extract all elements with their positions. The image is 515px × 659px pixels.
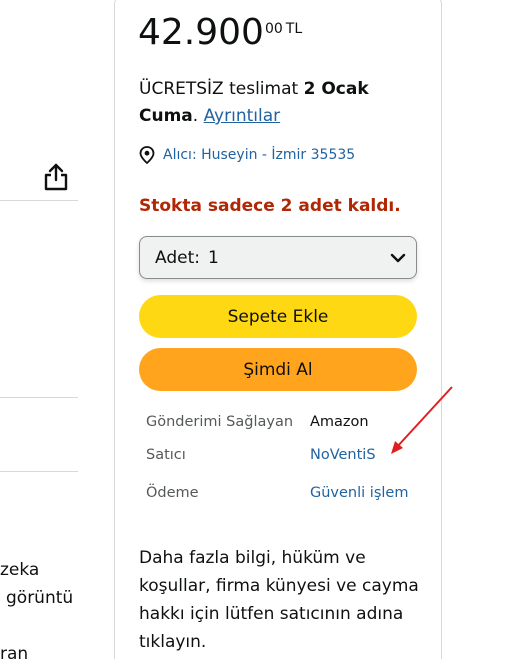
chevron-down-icon <box>390 253 406 263</box>
price: 42.900 00 TL <box>138 10 302 56</box>
left-divider <box>0 200 78 201</box>
payment-row: Ödeme Güvenli işlem <box>146 485 408 501</box>
left-text-fragment: görüntü <box>6 588 74 608</box>
quantity-select[interactable]: Adet: 1 <box>139 236 417 279</box>
stock-warning: Stokta sadece 2 adet kaldı. <box>139 196 401 216</box>
seller-info-note: Daha fazla bilgi, hüküm ve koşullar, fir… <box>139 548 419 652</box>
shipper-row: Gönderimi Sağlayan Amazon <box>146 414 369 430</box>
share-icon[interactable] <box>43 163 69 191</box>
buy-now-button[interactable]: Şimdi Al <box>139 348 417 391</box>
delivery-message: ÜCRETSİZ teslimat 2 Ocak Cuma. Ayrıntıla… <box>139 76 409 130</box>
seller-row: Satıcı NoVentiS <box>146 447 376 463</box>
location-pin-icon <box>139 146 155 164</box>
delivery-details-link[interactable]: Ayrıntılar <box>204 106 281 126</box>
seller-link[interactable]: NoVentiS <box>310 447 376 463</box>
price-whole: 42.900 <box>138 12 264 53</box>
payment-label: Ödeme <box>146 485 199 501</box>
left-text-fragment: ran <box>0 644 29 659</box>
left-divider <box>0 397 78 398</box>
delivery-prefix: ÜCRETSİZ teslimat <box>139 79 304 99</box>
add-to-cart-button[interactable]: Sepete Ekle <box>139 295 417 338</box>
left-column: zeka görüntü ran <box>0 0 80 659</box>
shipper-label: Gönderimi Sağlayan <box>146 414 294 430</box>
payment-link[interactable]: Güvenli işlem <box>310 485 408 501</box>
location-text: Alıcı: Huseyin - İzmir 35535 <box>163 147 356 163</box>
price-currency: TL <box>285 21 303 37</box>
seller-label: Satıcı <box>146 447 186 463</box>
quantity-value: 1 <box>207 247 219 268</box>
price-fraction: 00 <box>264 21 283 37</box>
shipper-value: Amazon <box>310 414 369 430</box>
delivery-suffix: . <box>192 106 204 126</box>
delivery-location-link[interactable]: Alıcı: Huseyin - İzmir 35535 <box>139 146 355 164</box>
left-divider <box>0 471 78 472</box>
quantity-label: Adet: <box>155 247 200 268</box>
left-text-fragment: zeka <box>0 560 40 580</box>
